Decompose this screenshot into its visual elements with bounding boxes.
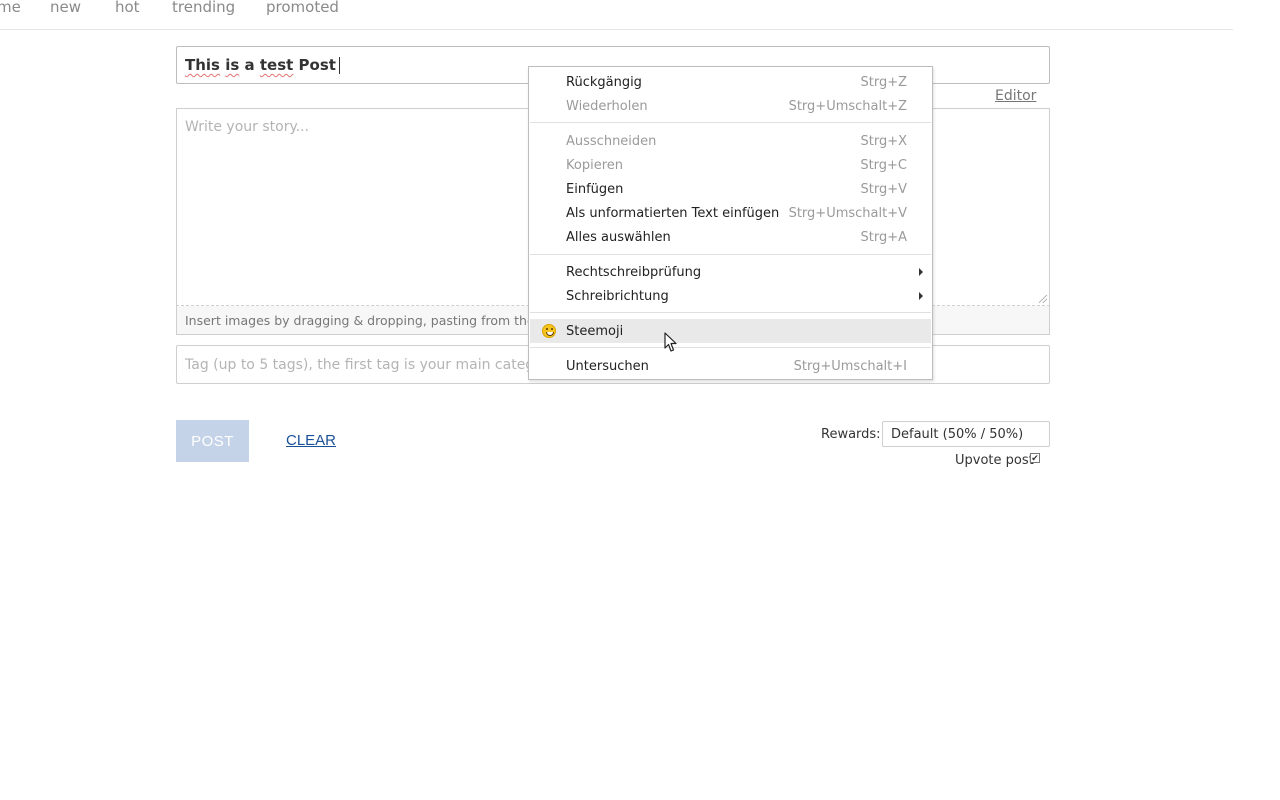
rewards-label: Rewards: (821, 427, 881, 442)
resize-handle-icon[interactable] (1039, 295, 1047, 303)
submenu-arrow-icon (919, 292, 923, 300)
menu-item-select-all[interactable]: Alles auswählen Strg+A (530, 225, 931, 249)
menu-item-shortcut: Strg+Umschalt+Z (788, 98, 907, 114)
menu-item-label: Einfügen (566, 181, 624, 197)
title-word-post: Post (293, 56, 336, 74)
rewards-select[interactable]: Default (50% / 50%) (882, 421, 1050, 447)
menu-item-spellcheck[interactable]: Rechtschreibprüfung (530, 260, 931, 284)
menu-separator (530, 122, 931, 123)
post-button[interactable]: POST (176, 420, 249, 462)
menu-item-shortcut: Strg+Umschalt+V (788, 205, 907, 221)
menu-item-label: Untersuchen (566, 358, 649, 374)
title-word-this: This (185, 56, 220, 74)
menu-item-cut[interactable]: Ausschneiden Strg+X (530, 129, 931, 153)
image-insert-hint-text: Insert images by dragging & dropping, pa… (185, 312, 561, 328)
clear-button[interactable]: CLEAR (286, 432, 336, 449)
nav-link-hot[interactable]: hot (115, 0, 140, 16)
title-word-is: is (225, 56, 240, 74)
menu-item-label: Rechtschreibprüfung (566, 264, 702, 280)
menu-item-label: Als unformatierten Text einfügen (566, 205, 780, 221)
menu-item-shortcut: Strg+A (860, 229, 907, 245)
nav-link-trending[interactable]: trending (172, 0, 235, 16)
submenu-arrow-icon (919, 268, 923, 276)
menu-item-label: Alles auswählen (566, 229, 671, 245)
menu-item-undo[interactable]: Rückgängig Strg+Z (530, 70, 931, 94)
top-nav: me new hot trending promoted (0, 0, 1233, 30)
tag-placeholder: Tag (up to 5 tags), the first tag is you… (185, 356, 560, 373)
menu-item-paste-plain[interactable]: Als unformatierten Text einfügen Strg+Um… (530, 201, 931, 225)
menu-item-label: Kopieren (566, 157, 623, 173)
upvote-checkbox[interactable]: ✔ (1030, 453, 1040, 463)
menu-item-paste[interactable]: Einfügen Strg+V (530, 177, 931, 201)
menu-item-shortcut: Strg+Umschalt+I (793, 358, 907, 374)
title-word-a: a (239, 56, 260, 74)
nav-link-me[interactable]: me (0, 0, 21, 16)
menu-item-redo[interactable]: Wiederholen Strg+Umschalt+Z (530, 94, 931, 118)
menu-separator (530, 312, 931, 313)
rewards-selected-value: Default (50% / 50%) (891, 426, 1024, 442)
menu-item-label: Schreibrichtung (566, 288, 669, 304)
menu-item-shortcut: Strg+V (860, 181, 907, 197)
menu-item-label: Wiederholen (566, 98, 648, 114)
editor-toggle-link[interactable]: Editor (995, 88, 1036, 104)
nav-link-promoted[interactable]: promoted (266, 0, 339, 16)
menu-item-steemoji[interactable]: Steemoji (530, 319, 931, 343)
menu-item-label: Rückgängig (566, 74, 642, 90)
text-caret (338, 56, 340, 74)
menu-item-shortcut: Strg+Z (860, 74, 907, 90)
menu-item-shortcut: Strg+X (860, 133, 907, 149)
context-menu: Rückgängig Strg+Z Wiederholen Strg+Umsch… (528, 66, 933, 380)
story-placeholder: Write your story... (185, 119, 310, 135)
menu-item-label: Steemoji (566, 323, 624, 339)
menu-separator (530, 254, 931, 255)
menu-item-shortcut: Strg+C (860, 157, 907, 173)
nav-link-new[interactable]: new (50, 0, 81, 16)
menu-separator (530, 347, 931, 348)
menu-item-copy[interactable]: Kopieren Strg+C (530, 153, 931, 177)
menu-item-inspect[interactable]: Untersuchen Strg+Umschalt+I (530, 354, 931, 378)
mouse-pointer-icon (664, 332, 677, 352)
upvote-label: Upvote post (955, 453, 1034, 468)
steemoji-icon (542, 324, 556, 338)
title-word-test: test (259, 56, 294, 74)
menu-item-label: Ausschneiden (566, 133, 657, 149)
menu-item-writing-direction[interactable]: Schreibrichtung (530, 284, 931, 308)
